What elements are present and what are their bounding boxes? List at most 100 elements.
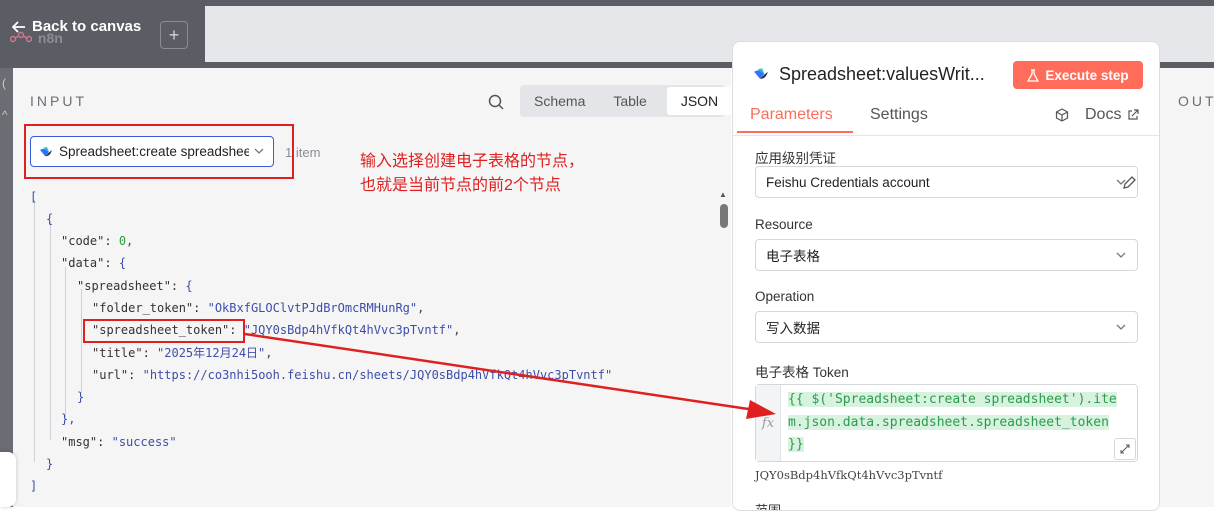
display-mode-tabs: Schema Table JSON: [520, 85, 733, 117]
credential-label: 应用级别凭证: [755, 151, 836, 166]
add-node-button[interactable]: +: [160, 21, 188, 49]
indent-guide: [34, 200, 35, 462]
node-title[interactable]: Spreadsheet:valuesWrit...: [779, 64, 985, 85]
json-value: "JQY0sBdp4hVfkQt4hVvc3pTvntf": [243, 323, 454, 337]
token-expression-text[interactable]: {{ $('Spreadsheet:create spreadsheet').i…: [788, 389, 1128, 457]
active-tab-underline: [737, 131, 853, 133]
indent-guide: [65, 267, 66, 417]
json-line: "msg": "success": [61, 431, 177, 453]
json-value: "success": [111, 435, 177, 449]
json-key: "url":: [92, 368, 136, 382]
tab-parameters[interactable]: Parameters: [750, 106, 833, 124]
search-icon: [488, 94, 504, 110]
back-to-canvas-button[interactable]: Back to canvas: [12, 18, 141, 35]
json-value: "2025年12月24日": [157, 346, 266, 360]
json-value: "https://co3nhi5ooh.feishu.cn/sheets/JQY…: [142, 368, 613, 382]
json-line: }: [77, 386, 84, 408]
back-label: Back to canvas: [32, 18, 142, 35]
json-line: "data": {: [61, 252, 126, 274]
tab-table[interactable]: Table: [599, 87, 660, 115]
fx-icon: fx: [756, 385, 781, 461]
expression-segment: m.json.data.spreadsheet.spreadsheet_toke…: [788, 414, 1109, 430]
json-value: "OkBxfGLOClvtPJdBrOmcRMHunRg": [207, 301, 418, 315]
json-token: }: [77, 390, 85, 404]
indent-guide: [81, 289, 82, 393]
json-line: "code": 0,: [61, 234, 134, 248]
canvas-edge-mark: (: [2, 76, 6, 90]
json-line: "url": "https://co3nhi5ooh.feishu.cn/she…: [92, 364, 612, 386]
annotation-box-token: [83, 319, 245, 343]
external-link-icon: [1128, 109, 1140, 120]
json-line: },: [61, 408, 75, 430]
json-line: "title": "2025年12月24日",: [92, 346, 273, 360]
range-label: 范围: [755, 500, 781, 510]
operation-value: 写入数据: [766, 321, 820, 336]
feishu-icon: [754, 68, 768, 79]
cube-icon: [1055, 108, 1069, 122]
expression-line: {{ $('Spreadsheet:create spreadsheet').i…: [788, 389, 1128, 412]
expand-icon: [1120, 444, 1130, 454]
json-token: [: [30, 190, 38, 204]
tab-settings[interactable]: Settings: [870, 106, 928, 124]
canvas-edge-mark: ^: [2, 108, 8, 122]
resource-label: Resource: [755, 217, 813, 232]
item-count: 1 item: [285, 145, 321, 160]
indent-guide: [50, 222, 51, 440]
search-button[interactable]: [488, 94, 504, 115]
edit-pencil-icon[interactable]: [1121, 175, 1137, 191]
annotation-line: 输入选择创建电子表格的节点，: [360, 153, 585, 170]
tab-json[interactable]: JSON: [666, 87, 733, 115]
expression-segment: {{ $('Spreadsheet:create spreadsheet').i…: [788, 392, 1117, 407]
json-key: "spreadsheet":: [77, 279, 179, 293]
json-line: {: [46, 208, 53, 230]
json-line: "folder_token": "OkBxfGLOClvtPJdBrOmcRMH…: [92, 301, 425, 315]
json-token: },: [61, 412, 76, 426]
node-parameters-panel: Spreadsheet:valuesWrit... Execute step P…: [732, 41, 1160, 511]
json-token: ]: [30, 479, 38, 493]
json-line: "spreadsheet": {: [77, 275, 193, 297]
json-key: "msg":: [61, 435, 105, 449]
json-token: }: [46, 457, 54, 471]
json-line: }: [46, 453, 53, 475]
json-key: "data":: [61, 256, 112, 270]
output-panel: [1160, 68, 1214, 507]
canvas-edge: ( ^: [0, 68, 13, 507]
token-expression-input[interactable]: fx {{ $('Spreadsheet:create spreadsheet'…: [755, 384, 1138, 462]
json-scrollbar[interactable]: [720, 204, 728, 228]
tab-schema[interactable]: Schema: [520, 87, 599, 115]
json-token: {: [118, 256, 127, 270]
expression-line: m.json.data.spreadsheet.spreadsheet_toke…: [788, 412, 1128, 435]
expression-line: }}: [788, 434, 1128, 457]
token-label: 电子表格 Token: [755, 365, 849, 380]
output-title: OUT: [1178, 93, 1214, 109]
add-label: +: [168, 24, 180, 45]
operation-select[interactable]: 写入数据: [755, 311, 1138, 343]
execute-step-button[interactable]: Execute step: [1013, 61, 1143, 89]
resource-select[interactable]: 电子表格: [755, 239, 1138, 271]
json-key: "title":: [92, 346, 150, 360]
execute-step-label: Execute step: [1045, 67, 1129, 83]
scroll-up-arrow[interactable]: ▲: [719, 190, 727, 199]
json-key: "folder_token":: [92, 301, 201, 315]
json-line: ]: [30, 475, 37, 497]
json-line: [: [30, 186, 37, 208]
docs-link[interactable]: Docs: [1085, 106, 1140, 124]
side-toast: [0, 452, 16, 507]
annotation-box-node-select: [24, 124, 294, 179]
expand-expression-button[interactable]: [1114, 438, 1136, 460]
credential-select[interactable]: Feishu Credentials account: [755, 166, 1138, 198]
json-key: "code":: [61, 234, 112, 248]
expression-segment: }}: [788, 437, 804, 452]
arrow-left-icon: [12, 20, 25, 33]
annotation-line: 也就是当前节点的前2个节点: [360, 177, 561, 194]
token-preview: JQY0sBdp4hVfkQt4hVvc3pTvntf: [755, 468, 943, 482]
flask-icon: [1027, 68, 1040, 82]
credential-value: Feishu Credentials account: [766, 174, 930, 190]
input-title: INPUT: [30, 93, 87, 109]
panel-tabs: Parameters Settings Docs: [733, 95, 1159, 136]
chevron-down-icon: [1116, 252, 1126, 258]
docs-label: Docs: [1085, 106, 1122, 123]
operation-label: Operation: [755, 289, 815, 304]
json-value: 0: [118, 234, 127, 248]
annotation-text: 输入选择创建电子表格的节点， 也就是当前节点的前2个节点: [360, 150, 584, 198]
